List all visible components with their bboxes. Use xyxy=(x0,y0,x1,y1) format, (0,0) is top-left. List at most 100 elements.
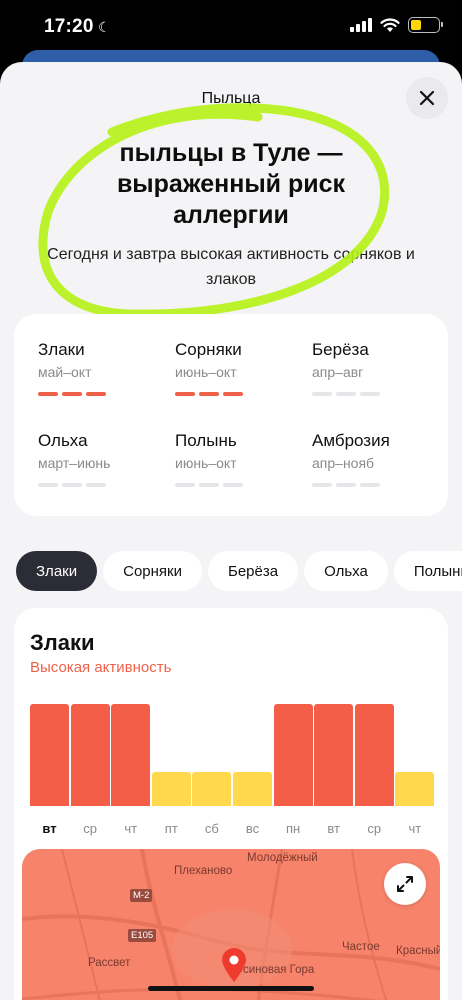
sheet-title: Пыльца xyxy=(201,90,261,107)
pollen-level-indicator xyxy=(312,483,442,487)
close-icon xyxy=(419,90,435,106)
pollen-types-card: Злаки май–окт Сорняки июнь–окт Берёза апр–авг… xyxy=(14,314,448,516)
forecast-bar xyxy=(30,704,69,806)
wifi-icon xyxy=(380,17,400,32)
headline-line-2: выраженный риск xyxy=(116,170,346,198)
battery-icon xyxy=(408,17,443,33)
home-indicator xyxy=(148,986,314,991)
pollen-chip[interactable]: Берёза xyxy=(207,551,299,591)
forecast-bar xyxy=(395,772,435,806)
pollen-chip[interactable]: Полынь xyxy=(393,551,462,591)
forecast-bar xyxy=(233,772,272,806)
pollen-type-name: Берёза xyxy=(312,340,369,359)
moon-icon: ☾ xyxy=(98,19,111,35)
level-segment xyxy=(199,483,219,487)
pollen-type-season: июнь–окт xyxy=(175,455,237,471)
headline: пыльцы в Туле — выраженный риск аллергии xyxy=(0,138,462,231)
pollen-type-season: июнь–окт xyxy=(175,364,237,380)
pollen-type-name: Сорняки xyxy=(175,340,242,359)
level-segment xyxy=(312,392,332,396)
battery-fill xyxy=(411,20,421,30)
map-label-chastoe: Частое xyxy=(342,941,380,953)
pollen-type-season: май–окт xyxy=(38,364,92,380)
forecast-day-label: чт xyxy=(408,821,422,836)
pollen-type-item[interactable]: Полынь июнь–окт xyxy=(175,431,305,487)
pollen-chip[interactable]: Злаки xyxy=(16,551,98,591)
map-label-molodezhny: Молодёжный xyxy=(247,852,318,864)
forecast-bar xyxy=(273,704,313,806)
forecast-bars: вт ср чт пт сб вс пн вт ср чт xyxy=(14,608,448,878)
map-label-krasny: Красный xyxy=(396,945,440,957)
road-badge-m2: М-2 xyxy=(130,889,153,902)
pollen-type-name: Амброзия xyxy=(312,431,390,450)
pollen-level-indicator xyxy=(175,392,305,396)
forecast-bar xyxy=(314,704,354,806)
pollen-type-season: апр–авг xyxy=(312,364,364,380)
headline-line-1: пыльцы в Туле — xyxy=(119,139,343,167)
level-segment xyxy=(62,392,82,396)
forecast-bar xyxy=(354,704,394,806)
forecast-day-label: вс xyxy=(245,821,260,836)
pollen-chips: ЗлакиСорнякиБерёзаОльхаПолынь xyxy=(16,551,462,591)
pollen-type-item[interactable]: Злаки май–окт xyxy=(38,340,168,396)
pollen-type-item[interactable]: Ольха март–июнь xyxy=(38,431,168,487)
level-segment xyxy=(62,483,82,487)
forecast-bar xyxy=(111,704,151,806)
road-badge-e105: Е105 xyxy=(128,929,157,942)
level-segment xyxy=(199,392,219,396)
level-segment xyxy=(175,483,195,487)
pollen-type-season: март–июнь xyxy=(38,455,111,471)
level-segment xyxy=(312,483,332,487)
pollen-level-indicator xyxy=(38,483,168,487)
forecast-day-label: чт xyxy=(124,821,138,836)
status-bar: 17:20 ☾ xyxy=(0,0,462,56)
pollen-chip[interactable]: Ольха xyxy=(304,551,388,591)
level-segment xyxy=(86,483,106,487)
subhead: Сегодня и завтра высокая активность сорн… xyxy=(47,246,415,288)
level-segment xyxy=(223,392,243,396)
pollen-type-name: Полынь xyxy=(175,431,237,450)
level-segment xyxy=(175,392,195,396)
pollen-type-season: апр–нояб xyxy=(312,455,375,471)
map-label-plekhanovo: Плеханово xyxy=(174,865,233,877)
forecast-day-label: сб xyxy=(204,821,219,836)
pollen-level-indicator xyxy=(38,392,168,396)
status-icons xyxy=(350,17,443,33)
map-label-rassvet: Рассвет xyxy=(88,957,131,969)
level-segment xyxy=(336,392,356,396)
level-segment xyxy=(360,483,380,487)
forecast-day-label: пн xyxy=(285,821,301,836)
location-pin-icon[interactable] xyxy=(220,947,248,983)
forecast-day-label: вт xyxy=(42,821,57,836)
level-segment xyxy=(336,483,356,487)
forecast-day-label: ср xyxy=(367,821,382,836)
map-expand-button[interactable] xyxy=(384,863,426,905)
expand-icon xyxy=(397,876,413,892)
forecast-day-label: вт xyxy=(327,821,340,836)
pollen-sheet: Пыльца пыльцы в Туле — выраженный риск а… xyxy=(0,62,462,1000)
pollen-type-item[interactable]: Берёза апр–авг xyxy=(312,340,442,396)
headline-line-3: аллергии xyxy=(173,201,289,229)
pollen-type-item[interactable]: Амброзия апр–нояб xyxy=(312,431,442,487)
pollen-chip[interactable]: Сорняки xyxy=(103,551,202,591)
status-time: 17:20 xyxy=(44,16,94,37)
level-segment xyxy=(223,483,243,487)
forecast-day-label: пт xyxy=(164,821,178,836)
pollen-level-indicator xyxy=(175,483,305,487)
forecast-day-label: ср xyxy=(83,821,97,836)
pollen-type-name: Ольха xyxy=(38,431,88,450)
level-segment xyxy=(38,483,58,487)
pollen-level-indicator xyxy=(312,392,442,396)
level-segment xyxy=(86,392,106,396)
pollen-type-name: Злаки xyxy=(38,340,85,359)
pollen-map[interactable]: Молодёжный Плеханово Рассвет Осиновая Го… xyxy=(22,849,440,1000)
pollen-type-item[interactable]: Сорняки июнь–окт xyxy=(175,340,305,396)
close-button[interactable] xyxy=(406,77,448,119)
forecast-bar xyxy=(151,772,191,806)
signal-icon xyxy=(350,18,372,32)
level-segment xyxy=(38,392,58,396)
level-segment xyxy=(360,392,380,396)
forecast-card: Злаки Высокая активность вт ср чт пт сб вс пн в… xyxy=(14,608,448,1000)
forecast-bar xyxy=(70,704,110,806)
forecast-bar xyxy=(192,772,232,806)
